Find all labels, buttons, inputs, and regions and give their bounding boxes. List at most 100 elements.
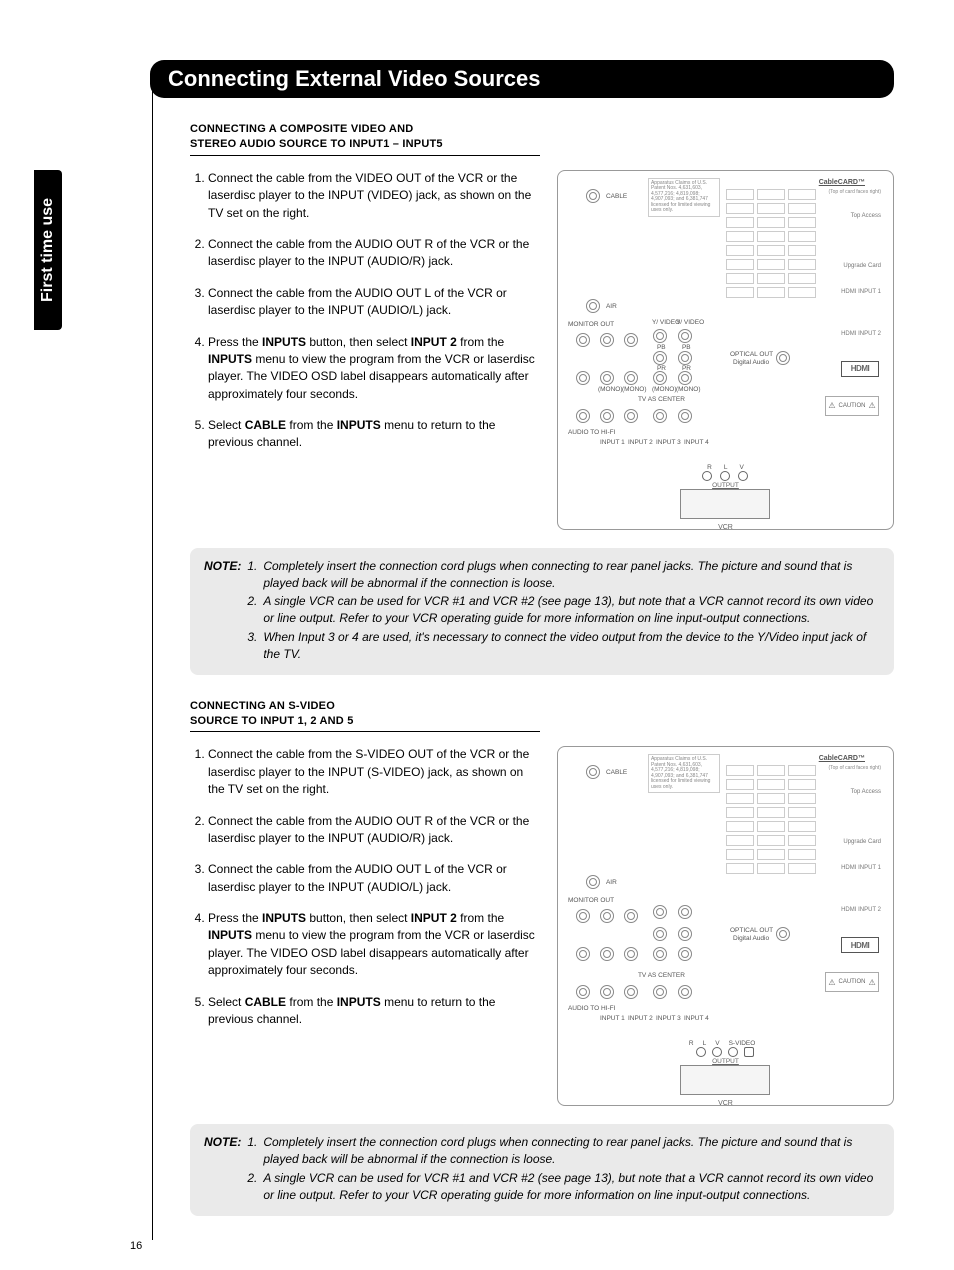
- input3-label: INPUT 3: [656, 439, 681, 446]
- optical-sub-label: Digital Audio: [733, 935, 769, 942]
- cablecard-label: CableCARD™: [819, 179, 865, 186]
- jack-l-icon: [720, 471, 730, 481]
- step-5: Select CABLE from the INPUTS menu to ret…: [208, 994, 537, 1029]
- hdmi-logo-icon: HDMI: [841, 361, 879, 377]
- tv-center-label: TV AS CENTER: [638, 396, 685, 403]
- rlv-labels: R L V: [707, 464, 744, 471]
- mono-label-3: (MONO): [652, 386, 677, 393]
- cable-jack-icon: [586, 189, 600, 203]
- note-item: A single VCR can be used for VCR #1 and …: [263, 1170, 880, 1204]
- jack-r-icon: [696, 1047, 706, 1057]
- side-tab: First time use: [34, 170, 62, 330]
- input2-label: INPUT 2: [628, 1015, 653, 1022]
- heading-line-1: CONNECTING A COMPOSITE VIDEO AND: [190, 123, 413, 135]
- step-1: Connect the cable from the VIDEO OUT of …: [208, 170, 537, 222]
- steps-list: Connect the cable from the VIDEO OUT of …: [190, 170, 537, 466]
- air-label: AIR: [606, 879, 617, 886]
- heading-rule: [190, 731, 540, 732]
- connection-diagram-svideo: CABLE Apparatus Claims of U.S. Patent No…: [557, 746, 894, 1106]
- caution-label: CAUTION: [825, 396, 879, 416]
- jack-r-icon: [702, 471, 712, 481]
- jack-icon: [678, 905, 692, 919]
- upgrade-label: Upgrade Card: [843, 839, 881, 845]
- connection-diagram: CABLE Apparatus Claims of U.S. Patent No…: [557, 170, 894, 530]
- input1-label: INPUT 1: [600, 439, 625, 446]
- jack-icon: [653, 329, 667, 343]
- air-jack-icon: [586, 299, 600, 313]
- cable-jack-icon: [586, 765, 600, 779]
- jack-icon: [653, 351, 667, 365]
- monitor-out-label: MONITOR OUT: [568, 321, 614, 328]
- vcr-label: VCR: [718, 524, 733, 530]
- input4-label: INPUT 4: [684, 439, 709, 446]
- step-3: Connect the cable from the AUDIO OUT L o…: [208, 285, 537, 320]
- jack-icon: [624, 985, 638, 999]
- card-slots: [726, 189, 816, 319]
- step-4: Press the INPUTS button, then select INP…: [208, 910, 537, 980]
- input1-label: INPUT 1: [600, 1015, 625, 1022]
- mono-label: (MONO): [598, 386, 623, 393]
- rlv-sv-labels: R L V S-VIDEO: [689, 1040, 755, 1047]
- note-item: Completely insert the connection cord pl…: [263, 1134, 880, 1168]
- jack-icon: [576, 947, 590, 961]
- pr-label-2: PR: [682, 365, 691, 372]
- jack-icon: [624, 409, 638, 423]
- card-slots: [726, 765, 816, 895]
- optical-jack-icon: [776, 927, 790, 941]
- step-2: Connect the cable from the AUDIO OUT R o…: [208, 236, 537, 271]
- section-svideo: CONNECTING AN S-VIDEO SOURCE TO INPUT 1,…: [190, 699, 894, 1107]
- note-item: When Input 3 or 4 are used, it's necessa…: [263, 629, 880, 663]
- optical-out-label: OPTICAL OUT: [730, 351, 773, 358]
- yvideo-label-2: Y/ VIDEO: [676, 319, 704, 326]
- section-heading: CONNECTING A COMPOSITE VIDEO AND STEREO …: [190, 122, 894, 153]
- input3-label: INPUT 3: [656, 1015, 681, 1022]
- jack-icon: [678, 927, 692, 941]
- mono-label-2: (MONO): [622, 386, 647, 393]
- jack-icon: [678, 409, 692, 423]
- air-jack-icon: [586, 875, 600, 889]
- patent-text: Apparatus Claims of U.S. Patent Nos. 4,6…: [648, 178, 720, 217]
- topaccess-label: Top Access: [851, 789, 881, 795]
- section-composite: CONNECTING A COMPOSITE VIDEO AND STEREO …: [190, 122, 894, 530]
- heading-line-1: CONNECTING AN S-VIDEO: [190, 700, 335, 712]
- section-heading: CONNECTING AN S-VIDEO SOURCE TO INPUT 1,…: [190, 699, 894, 730]
- jack-l-icon: [712, 1047, 722, 1057]
- jack-icon: [653, 927, 667, 941]
- hdmi1-label: HDMI INPUT 1: [841, 865, 881, 871]
- step-4: Press the INPUTS button, then select INP…: [208, 334, 537, 404]
- vertical-rule: [152, 84, 153, 1240]
- jack-icon: [576, 333, 590, 347]
- jack-icon: [600, 371, 614, 385]
- note-item: Completely insert the connection cord pl…: [263, 558, 880, 592]
- step-3: Connect the cable from the AUDIO OUT L o…: [208, 861, 537, 896]
- note-label: NOTE:: [204, 1134, 241, 1205]
- pr-label: PR: [657, 365, 666, 372]
- output-label: OUTPUT: [712, 482, 739, 489]
- jack-icon: [576, 985, 590, 999]
- cablecard-label: CableCARD™: [819, 755, 865, 762]
- step-1: Connect the cable from the S-VIDEO OUT o…: [208, 746, 537, 798]
- jack-icon: [600, 947, 614, 961]
- jack-icon: [600, 333, 614, 347]
- hdmi2-label: HDMI INPUT 2: [841, 331, 881, 337]
- optical-jack-icon: [776, 351, 790, 365]
- jack-icon: [678, 351, 692, 365]
- jack-icon: [653, 371, 667, 385]
- note-box-2: NOTE: 1.Completely insert the connection…: [190, 1124, 894, 1215]
- vcr-output-row: [702, 471, 748, 481]
- topaccess-label: Top Access: [851, 213, 881, 219]
- jack-icon: [678, 947, 692, 961]
- input4-label: INPUT 4: [684, 1015, 709, 1022]
- patent-text: Apparatus Claims of U.S. Patent Nos. 4,6…: [648, 754, 720, 793]
- audio-hifi-label: AUDIO TO HI-FI: [568, 1005, 615, 1012]
- jack-v-icon: [738, 471, 748, 481]
- cablecard-sublabel: (Top of card faces right): [828, 189, 881, 195]
- note-box-1: NOTE: 1.Completely insert the connection…: [190, 548, 894, 675]
- jack-icon: [576, 409, 590, 423]
- jack-icon: [600, 985, 614, 999]
- step-5: Select CABLE from the INPUTS menu to ret…: [208, 417, 537, 452]
- mono-label-4: (MONO): [676, 386, 701, 393]
- heading-line-2: STEREO AUDIO SOURCE TO INPUT1 – INPUT5: [190, 138, 443, 150]
- vcr-label: VCR: [718, 1100, 733, 1106]
- jack-icon: [653, 905, 667, 919]
